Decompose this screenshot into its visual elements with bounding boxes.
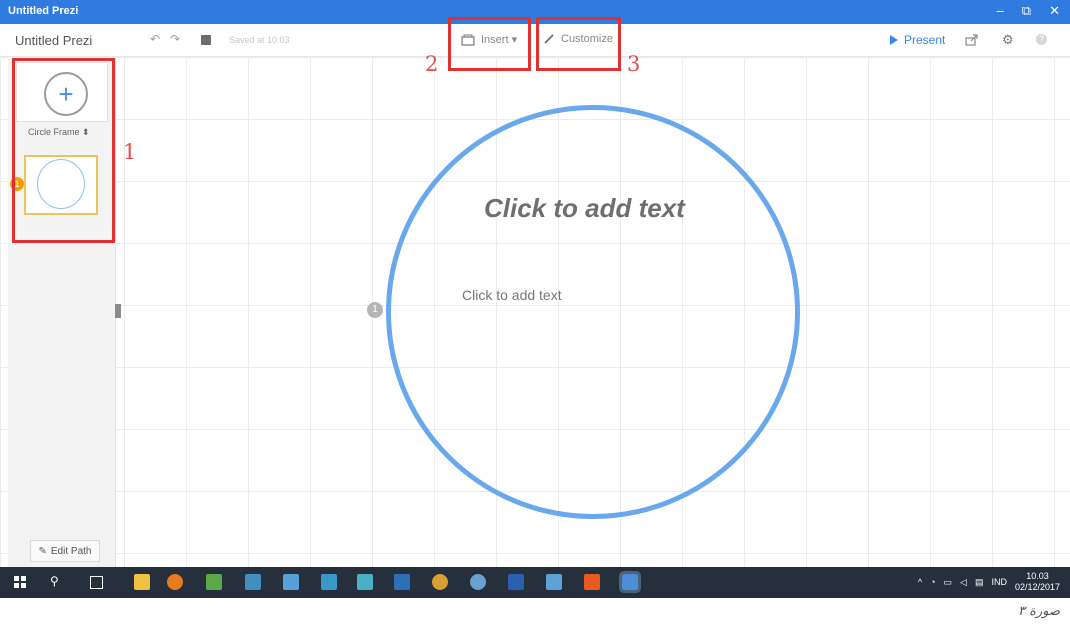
edit-path-label: Edit Path [50, 545, 92, 557]
annotation-number-3: 3 [627, 52, 641, 76]
clock-date: 02/12/2017 [1014, 582, 1060, 592]
battery-icon[interactable]: ▭ [944, 577, 953, 588]
media-app-icon[interactable] [321, 574, 337, 590]
prezi-title[interactable]: Untitled Prezi [15, 33, 92, 48]
file-explorer-icon[interactable] [134, 574, 150, 590]
circle-frame[interactable] [386, 105, 800, 519]
chevron-up-icon[interactable]: ^ [918, 577, 922, 587]
language-indicator[interactable]: IND [991, 577, 1007, 587]
prezi-toolbar: Untitled Prezi ↶ ↷ Saved at 10:03 Insert… [0, 24, 1070, 57]
undo-icon[interactable]: ↶ [150, 32, 160, 46]
pencil-icon: ✎ [38, 545, 47, 557]
path-number-badge[interactable]: 1 [367, 302, 383, 318]
play-icon [890, 35, 898, 45]
annotation-number-2: 2 [425, 52, 439, 76]
sidebar-collapse-handle[interactable] [115, 304, 121, 318]
notification-icon[interactable]: ▤ [975, 577, 984, 588]
search-icon[interactable]: ⚲ [50, 574, 59, 588]
system-tray: ^ ◔ ▭ ◁ ▤ IND 10.03 02/12/2017 [918, 571, 1060, 593]
help-icon[interactable]: ? [1036, 34, 1047, 45]
volume-icon[interactable]: ◁ [960, 577, 967, 588]
firefox-icon[interactable] [167, 574, 183, 590]
window-title: Untitled Prezi [8, 5, 79, 17]
annotation-box-1 [12, 58, 115, 243]
figure-caption: صورة ٣ [1018, 604, 1060, 619]
app-icon-a[interactable] [245, 574, 261, 590]
settings-gear-icon[interactable]: ⚙ [1002, 32, 1014, 48]
network-app-icon[interactable] [283, 574, 299, 590]
windows-taskbar: ⚲ ^ ◔ ▭ ◁ ▤ IND 10.03 02/12/2017 [0, 567, 1070, 598]
app-icon-b[interactable] [357, 574, 373, 590]
restore-icon[interactable]: ⧉ [1022, 3, 1031, 19]
notepad-icon[interactable] [206, 574, 222, 590]
prezi-canvas[interactable]: + Circle Frame ⬍ 1 ✎ Edit Path 1 Click t… [0, 57, 1070, 567]
start-windows-icon[interactable] [14, 576, 26, 588]
app-icon-f[interactable] [584, 574, 600, 590]
annotation-box-3 [536, 17, 621, 71]
minimize-icon[interactable]: – [997, 3, 1004, 19]
save-icon[interactable] [201, 35, 211, 45]
redo-icon[interactable]: ↷ [170, 32, 180, 46]
app-icon-e[interactable] [546, 574, 562, 590]
saved-status: Saved at 10:03 [229, 35, 290, 45]
present-button[interactable]: Present [890, 33, 945, 47]
window-titlebar: Untitled Prezi – ⧉ ✕ [0, 0, 1070, 24]
wifi-icon[interactable]: ◔ [930, 577, 935, 587]
edit-path-button[interactable]: ✎ Edit Path [30, 540, 100, 562]
chrome-icon[interactable] [432, 574, 448, 590]
clock[interactable]: 10.03 02/12/2017 [1015, 571, 1060, 593]
body-placeholder[interactable]: Click to add text [462, 287, 562, 303]
annotation-number-1: 1 [123, 140, 137, 164]
clock-time: 10.03 [1026, 571, 1049, 581]
share-icon[interactable] [965, 34, 979, 46]
present-label: Present [904, 33, 946, 47]
prezi-taskbar-icon[interactable] [619, 571, 641, 593]
word-icon[interactable] [508, 574, 524, 590]
task-view-icon[interactable] [90, 576, 103, 589]
close-icon[interactable]: ✕ [1049, 3, 1060, 19]
app-icon-d[interactable] [470, 574, 486, 590]
app-icon-c[interactable] [394, 574, 410, 590]
annotation-box-2 [448, 17, 531, 71]
window-controls: – ⧉ ✕ [997, 3, 1060, 19]
title-placeholder[interactable]: Click to add text [484, 193, 685, 224]
